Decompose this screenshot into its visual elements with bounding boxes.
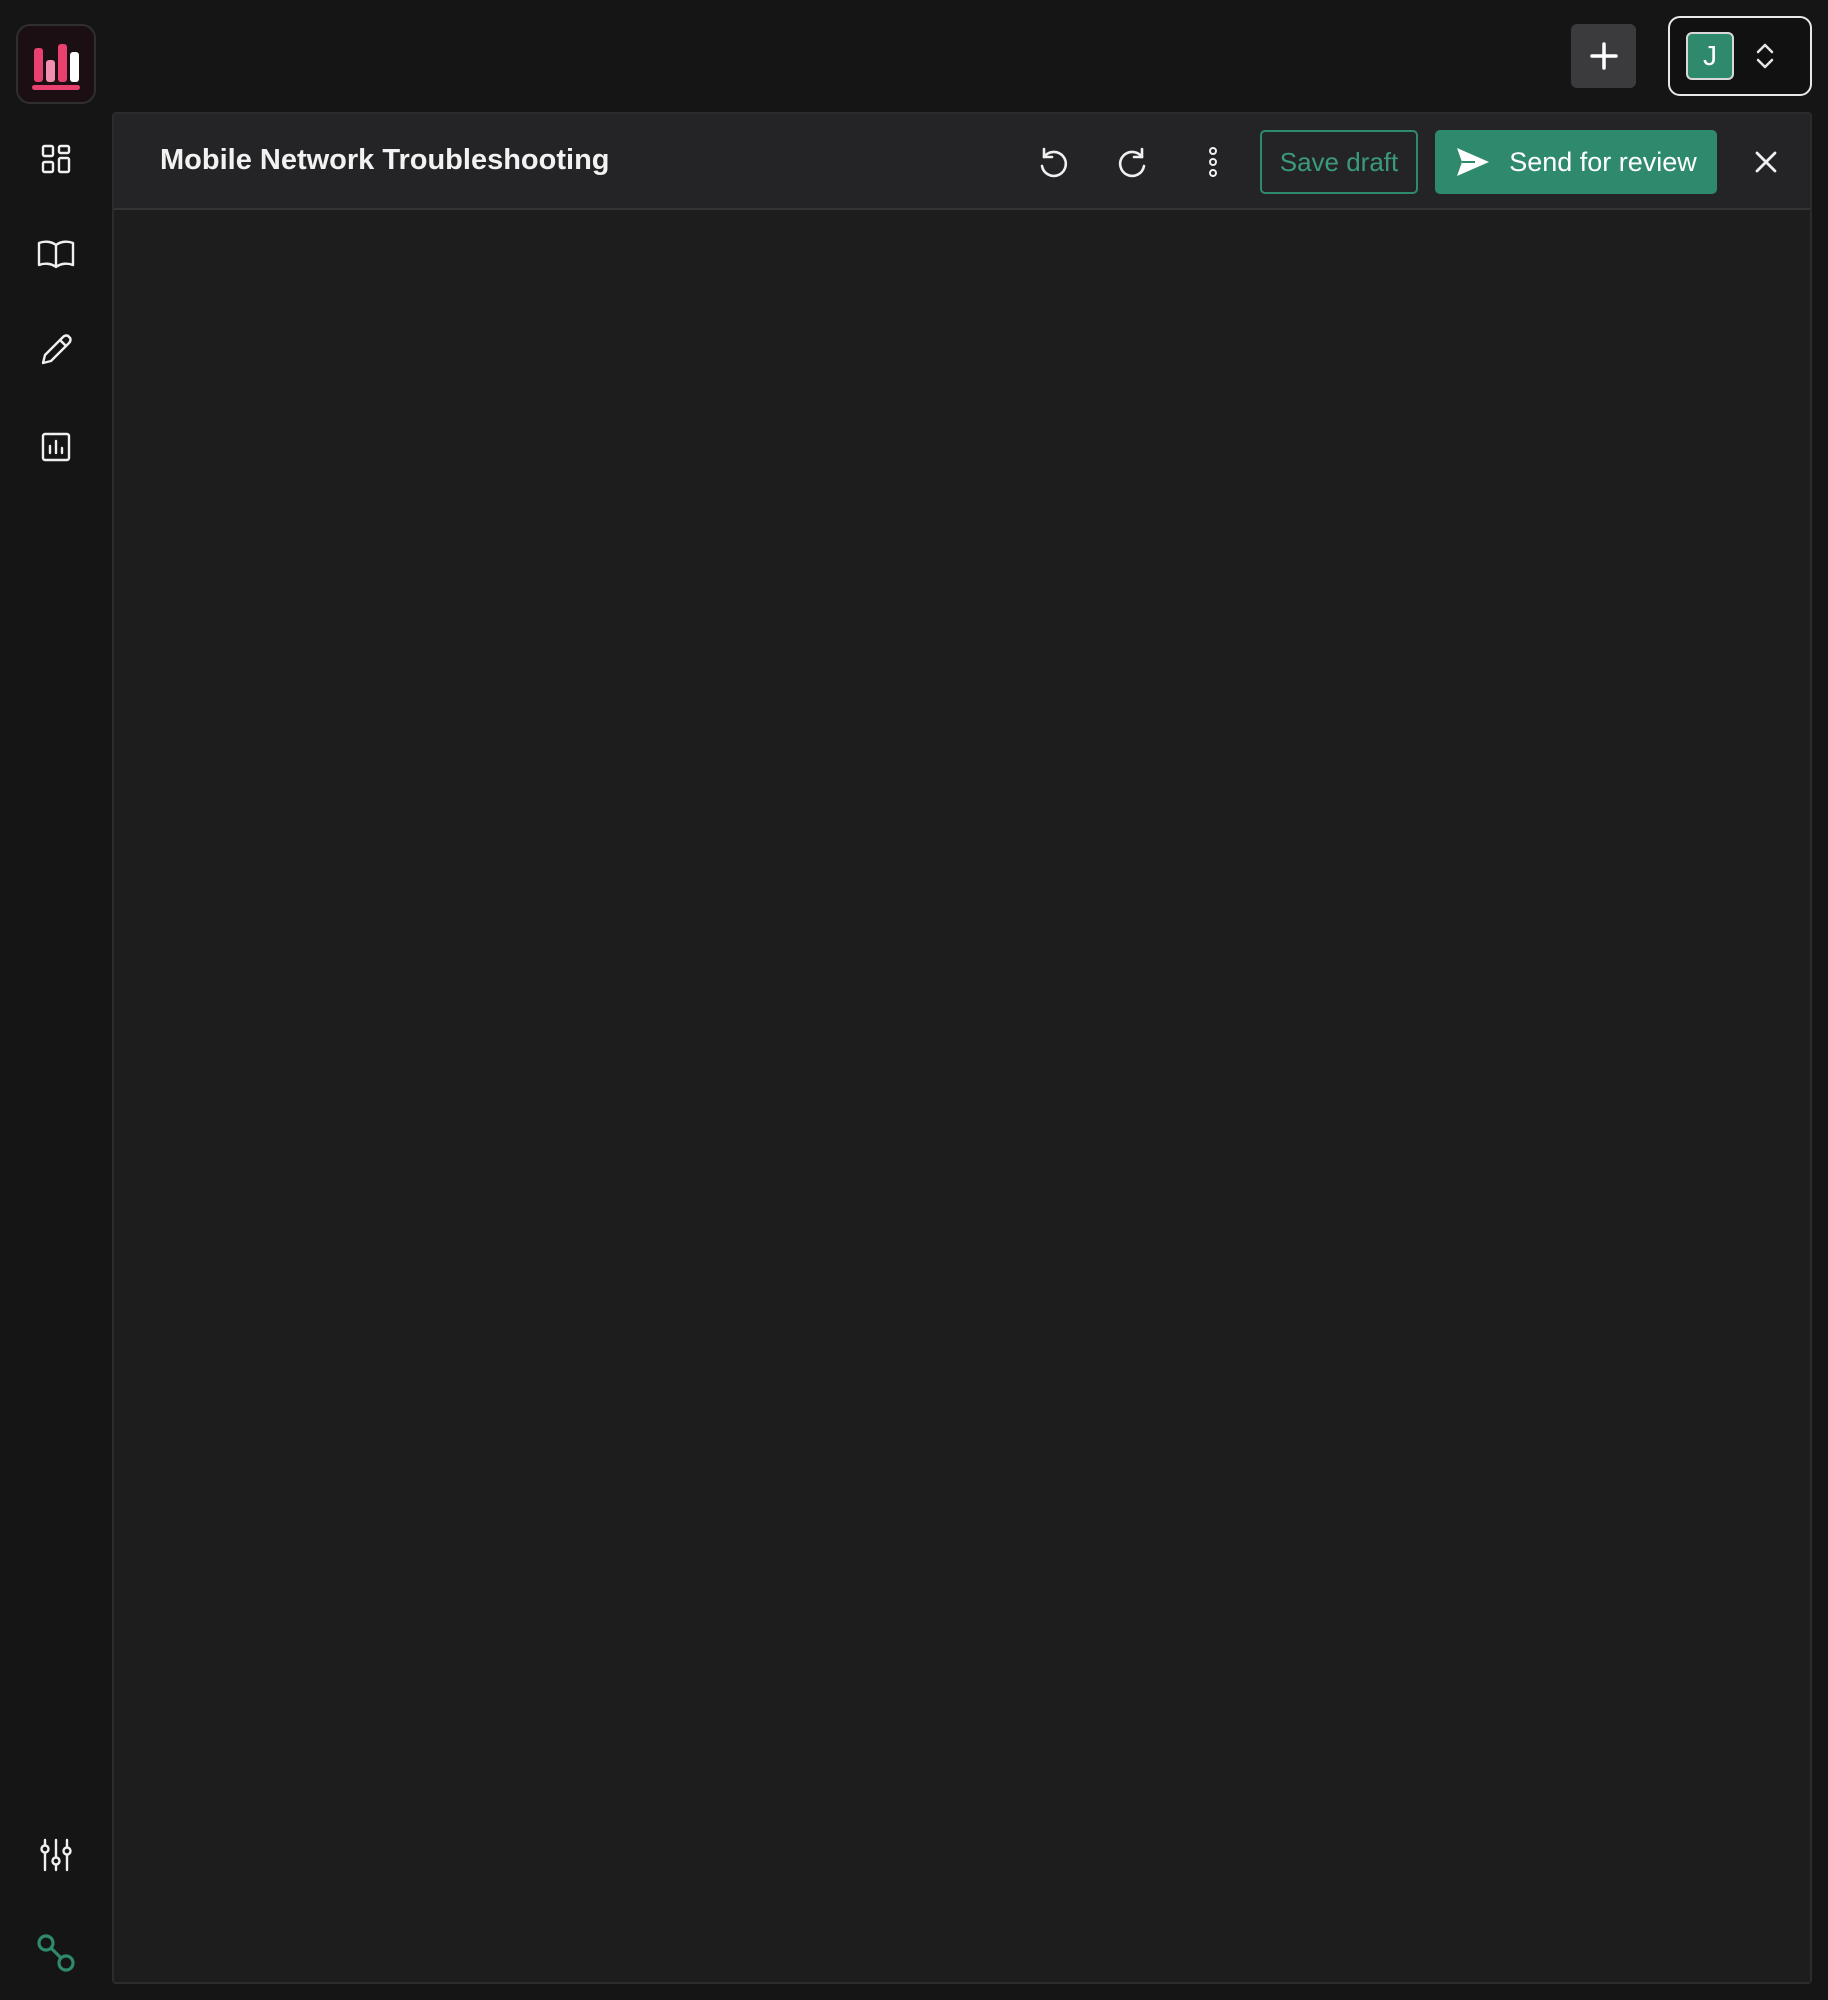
sliders-icon xyxy=(40,1838,72,1872)
chevron-up-down-icon xyxy=(1756,43,1774,69)
close-button[interactable] xyxy=(1738,134,1794,190)
redo-icon xyxy=(1118,147,1146,178)
sidebar-item-settings[interactable] xyxy=(30,1829,82,1881)
send-for-review-button[interactable]: Send for review xyxy=(1435,130,1717,194)
undo-icon xyxy=(1040,147,1068,178)
more-options-button[interactable] xyxy=(1185,134,1241,190)
pencil-icon xyxy=(41,334,72,365)
plus-icon xyxy=(1589,42,1618,70)
sidebar-item-library[interactable] xyxy=(30,228,82,280)
send-for-review-label: Send for review xyxy=(1509,146,1697,177)
send-icon xyxy=(1457,148,1490,176)
avatar: J xyxy=(1686,32,1734,80)
editor-header: Mobile Network Troubleshooting Save draf… xyxy=(114,114,1810,210)
undo-button[interactable] xyxy=(1025,134,1081,190)
add-button[interactable] xyxy=(1571,24,1636,88)
sidebar-item-integrations[interactable] xyxy=(30,1927,82,1979)
bar-chart-icon xyxy=(41,432,71,462)
logo-chart-icon xyxy=(32,44,80,90)
close-icon xyxy=(1755,151,1777,173)
app-root: J Mobile Network Troubleshooting Save dr… xyxy=(0,0,1828,2000)
book-open-icon xyxy=(37,240,75,269)
more-vertical-icon xyxy=(1209,147,1217,177)
sidebar-item-dashboard[interactable] xyxy=(30,133,82,185)
save-draft-label: Save draft xyxy=(1279,146,1399,177)
account-switcher[interactable]: J xyxy=(1668,16,1812,96)
sidebar-item-edit[interactable] xyxy=(30,324,82,376)
avatar-initial: J xyxy=(1703,40,1717,71)
redo-button[interactable] xyxy=(1105,134,1161,190)
sidebar-item-reports[interactable] xyxy=(30,421,82,473)
connection-nodes-icon xyxy=(37,1934,75,1972)
dashboard-grid-icon xyxy=(41,144,71,174)
editor-panel: Mobile Network Troubleshooting Save draf… xyxy=(112,112,1812,1984)
app-logo[interactable] xyxy=(16,24,96,104)
editor-canvas[interactable] xyxy=(114,210,1810,1982)
save-draft-button[interactable]: Save draft xyxy=(1260,130,1418,194)
page-title: Mobile Network Troubleshooting xyxy=(160,144,610,176)
